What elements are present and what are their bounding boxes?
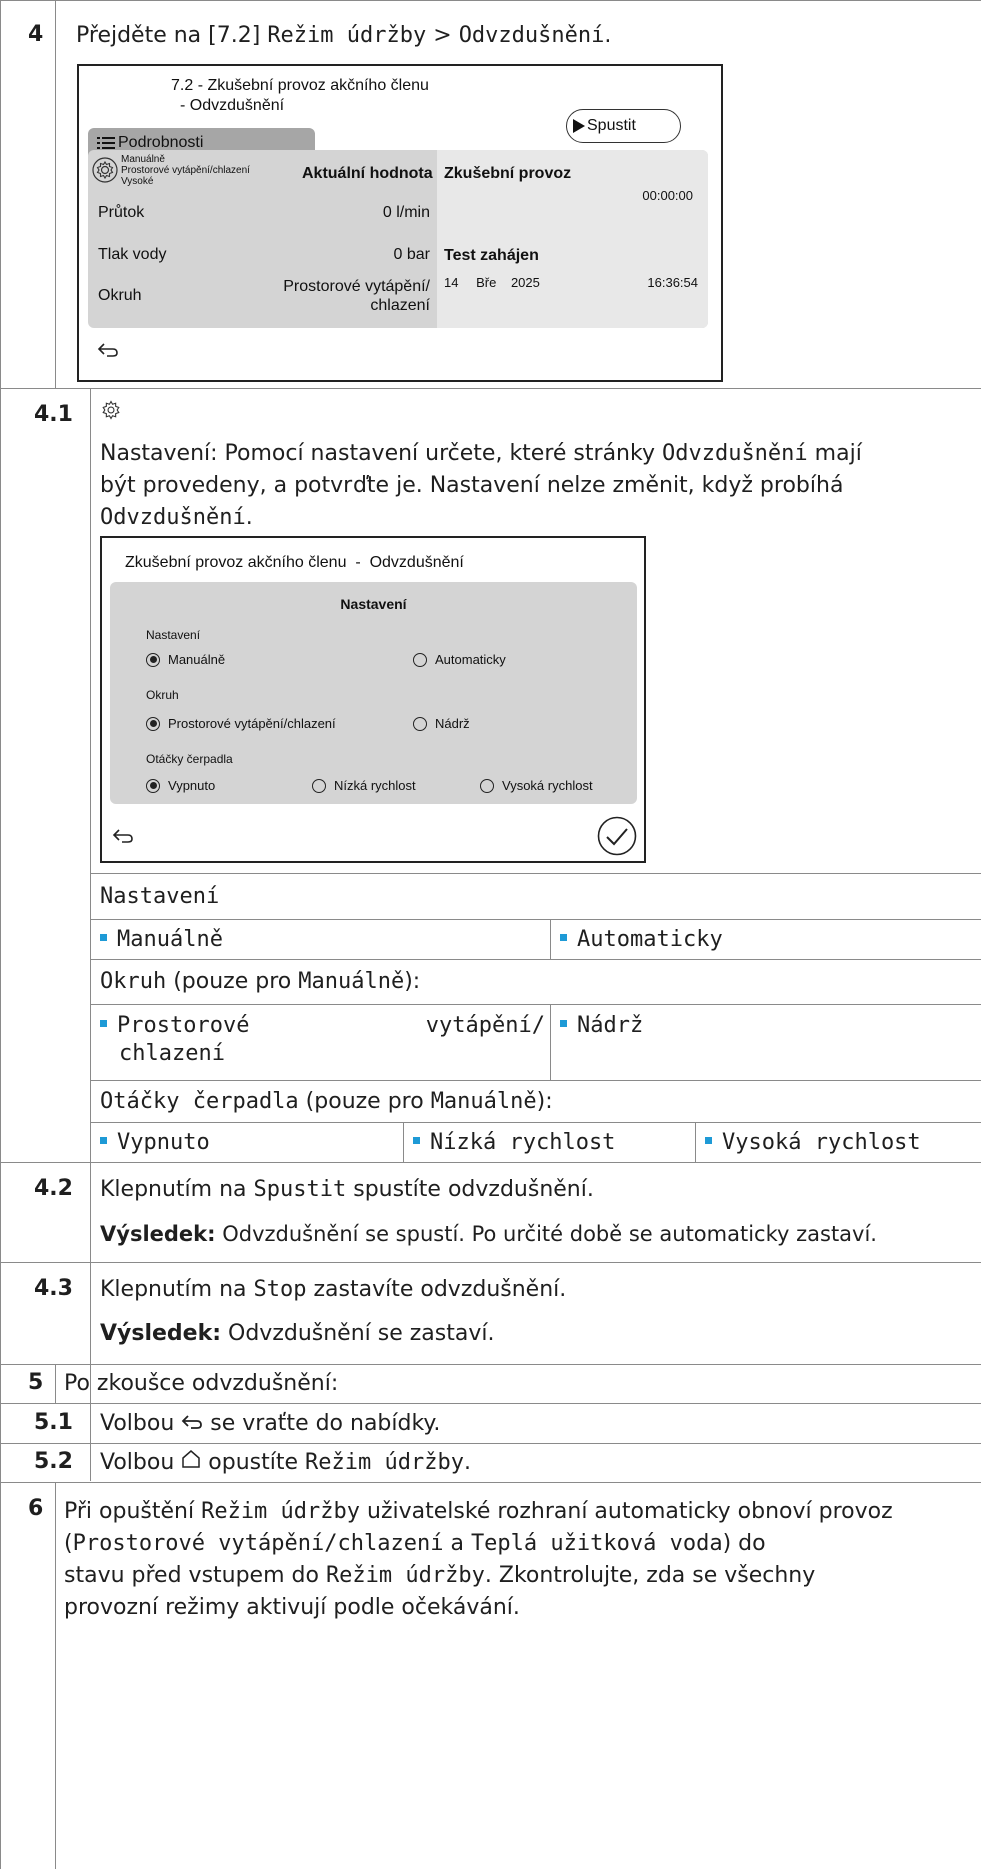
- home-icon: [181, 1449, 201, 1477]
- screen-air-purge: 7.2 - Zkušební provoz akčního členu - Od…: [77, 64, 723, 382]
- gear-icon: [100, 399, 122, 425]
- back-arrow-icon: [181, 1410, 203, 1438]
- step-result: Výsledek: Odvzdušnění se zastaví.: [100, 1321, 495, 1346]
- screen-title: Zkušební provoz akčního členu - Odvzdušn…: [125, 554, 464, 571]
- gear-icon: [92, 157, 118, 188]
- settings-header: Nastavení: [100, 884, 220, 909]
- start-label: Spustit: [587, 117, 636, 134]
- radio-low-speed[interactable]: Nízká rychlost: [312, 778, 416, 794]
- settings-panel: Nastavení Nastavení Manuálně Automaticky…: [110, 582, 637, 804]
- circuit-label: Okruh: [98, 287, 142, 304]
- values-panel: Manuálně Prostorové vytápění/chlazení Vy…: [88, 150, 708, 328]
- step-text: Při opuštění Režim údržby uživatelské ro…: [64, 1499, 893, 1620]
- flow-label: Průtok: [98, 204, 145, 221]
- circuit-header: Okruh (pouze pro Manuálně):: [100, 969, 421, 994]
- settings-desc-3: Odvzdušnění.: [100, 505, 253, 530]
- step-result: Výsledek: Odvzdušnění se spustí. Po urči…: [100, 1222, 877, 1246]
- start-button[interactable]: Spustit: [566, 109, 681, 143]
- play-icon: [573, 119, 585, 138]
- option-off: Vypnuto: [100, 1129, 210, 1157]
- step-number: 4.2: [34, 1176, 73, 1201]
- mode-summary: Manuálně Prostorové vytápění/chlazení Vy…: [121, 154, 250, 187]
- step-text: Volbou opustíte Režim údržby.: [100, 1449, 471, 1477]
- test-started-date: 14 Bře 2025 16:36:54: [444, 275, 698, 290]
- option-space-heating: Prostorové vytápění/ chlazení: [100, 1012, 545, 1068]
- step-text: Přejděte na [7.2] Režim údržby > Odvzduš…: [76, 23, 612, 48]
- radio-space-heating[interactable]: Prostorové vytápění/chlazení: [146, 716, 336, 732]
- pressure-label: Tlak vody: [98, 246, 167, 263]
- option-manual: Manuálně: [100, 926, 223, 954]
- step-number: 5: [28, 1370, 44, 1395]
- step-text: Volbou se vraťte do nabídky.: [100, 1410, 441, 1438]
- option-tank: Nádrž: [560, 1012, 643, 1040]
- group-label: Okruh: [146, 688, 179, 702]
- step-number: 5.2: [34, 1449, 73, 1474]
- pump-speed-header: Otáčky čerpadla (pouze pro Manuálně):: [100, 1089, 553, 1114]
- circuit-value: Prostorové vytápění/ chlazení: [283, 278, 430, 314]
- radio-tank[interactable]: Nádrž: [413, 716, 470, 732]
- screen-title: 7.2 - Zkušební provoz akčního členu - Od…: [171, 77, 429, 114]
- step-text: Klepnutím na Spustit spustíte odvzdušněn…: [100, 1177, 594, 1202]
- back-arrow-icon[interactable]: [112, 828, 134, 849]
- panel-title: Nastavení: [340, 596, 407, 612]
- step-text: Klepnutím na Stop zastavíte odvzdušnění.: [100, 1277, 567, 1302]
- screen-settings: Zkušební provoz akčního členu - Odvzdušn…: [100, 536, 646, 863]
- step-number: 4: [28, 22, 44, 47]
- check-icon[interactable]: [597, 816, 637, 861]
- column-test: Zkušební provoz: [444, 165, 572, 182]
- group-label: Otáčky čerpadla: [146, 752, 233, 766]
- step-number: 6: [28, 1496, 44, 1521]
- column-current: Aktuální hodnota: [302, 165, 433, 182]
- step-text: Po zkoušce odvzdušnění:: [64, 1371, 339, 1396]
- radio-off[interactable]: Vypnuto: [146, 778, 215, 794]
- radio-automatic[interactable]: Automaticky: [413, 652, 506, 668]
- back-arrow-icon[interactable]: [97, 342, 119, 363]
- settings-desc-2: být provedeny, a potvrďte je. Nastavení …: [100, 473, 844, 498]
- step-number: 4.1: [34, 402, 73, 427]
- settings-desc-1: Nastavení: Pomocí nastavení určete, kter…: [100, 441, 862, 466]
- test-started-label: Test zahájen: [444, 247, 539, 264]
- option-low-speed: Nízká rychlost: [413, 1129, 615, 1157]
- radio-high-speed[interactable]: Vysoká rychlost: [480, 778, 593, 794]
- option-high-speed: Vysoká rychlost: [705, 1129, 921, 1157]
- step-number: 4.3: [34, 1276, 73, 1301]
- radio-manual[interactable]: Manuálně: [146, 652, 225, 668]
- option-automatic: Automaticky: [560, 926, 723, 954]
- flow-value: 0 l/min: [382, 204, 430, 221]
- step-number: 5.1: [34, 1410, 73, 1435]
- pressure-value: 0 bar: [393, 246, 430, 263]
- group-label: Nastavení: [146, 628, 201, 642]
- test-duration: 00:00:00: [642, 188, 693, 203]
